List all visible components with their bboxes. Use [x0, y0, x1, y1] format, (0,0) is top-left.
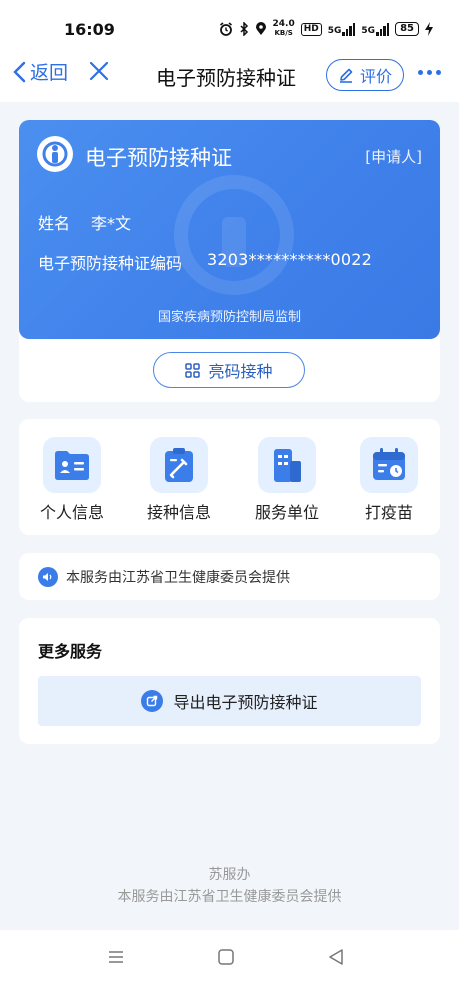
service-label: 打疫苗: [364, 503, 413, 522]
qr-button-label: 亮码接种: [208, 362, 273, 381]
hd-badge: HD: [300, 22, 322, 36]
qr-code-icon: [185, 362, 201, 378]
export-icon: [141, 690, 164, 712]
chevron-left-icon: [13, 61, 26, 82]
net-speed-unit: KB/S: [274, 29, 293, 37]
menu-icon: [109, 951, 123, 963]
vaccine-logo-icon: [37, 136, 73, 172]
status-time: 16:09: [64, 20, 115, 39]
close-icon: [89, 61, 109, 81]
system-navigation-bar: [0, 930, 459, 985]
back-label: 返回: [30, 62, 69, 84]
rate-label: 评价: [359, 67, 392, 86]
service-item-get-vaccinated[interactable]: 打疫苗: [339, 437, 439, 523]
square-home-icon: [218, 949, 234, 965]
notice-text: 本服务由江苏省卫生健康委员会提供: [66, 569, 290, 586]
dot-icon: [436, 70, 441, 75]
service-grid: 个人信息 接种信息 服务单位 打疫苗: [19, 419, 440, 535]
rate-button[interactable]: 评价: [326, 59, 404, 91]
show-qr-button[interactable]: 亮码接种: [153, 352, 305, 388]
export-label: 导出电子预防接种证: [173, 693, 318, 712]
nav-bar: 返回 电子预防接种证 评价: [0, 48, 459, 102]
service-label: 个人信息: [39, 503, 104, 522]
bluetooth-icon: [240, 22, 248, 36]
battery-indicator: 85: [395, 22, 419, 36]
status-icons: 24.0 KB/S HD 5G 5G 85: [219, 20, 433, 38]
signal-bars-icon: [376, 22, 390, 36]
footer-notice: 本服务由江苏省卫生健康委员会提供: [117, 889, 342, 905]
name-label: 姓名: [38, 214, 71, 233]
service-notice: 本服务由江苏省卫生健康委员会提供: [19, 553, 440, 600]
system-back-button[interactable]: [327, 948, 345, 970]
id-card-icon: [43, 437, 101, 493]
close-button[interactable]: [88, 60, 110, 86]
certificate-card[interactable]: 电子预防接种证 [申请人] 姓名 李*文 电子预防接种证编码 3203*****…: [19, 120, 440, 339]
back-button[interactable]: 返回: [12, 58, 68, 85]
more-options-button[interactable]: [418, 70, 441, 75]
certificate-section: 电子预防接种证 [申请人] 姓名 李*文 电子预防接种证编码 3203*****…: [19, 120, 440, 402]
home-button[interactable]: [217, 948, 235, 970]
calendar-clock-icon: [360, 437, 418, 493]
code-label: 电子预防接种证编码: [38, 254, 183, 273]
signal-1: 5G: [327, 22, 356, 36]
dot-icon: [427, 70, 432, 75]
signal-2: 5G: [361, 22, 390, 36]
menu-button[interactable]: [107, 948, 125, 970]
building-icon: [258, 437, 316, 493]
certificate-title: 电子预防接种证: [85, 146, 232, 170]
speaker-icon: [38, 566, 58, 587]
charging-icon: [425, 22, 433, 36]
name-value: 李*文: [91, 214, 132, 233]
net-speed-value: 24.0: [272, 19, 295, 29]
footer-provider: 苏服办: [208, 867, 251, 883]
signal-bars-icon: [342, 22, 356, 36]
signal-2-label: 5G: [361, 25, 376, 36]
export-certificate-button[interactable]: 导出电子预防接种证: [38, 676, 421, 726]
service-label: 服务单位: [254, 503, 319, 522]
service-item-vaccination-info[interactable]: 接种信息: [129, 437, 229, 523]
page-title: 电子预防接种证: [156, 66, 296, 90]
alarm-icon: [219, 22, 232, 36]
code-value: 3203**********0022: [207, 250, 373, 269]
more-services-card: 更多服务 导出电子预防接种证: [19, 618, 440, 744]
service-item-service-unit[interactable]: 服务单位: [237, 437, 337, 523]
triangle-back-icon: [329, 949, 343, 965]
signal-1-label: 5G: [327, 25, 342, 36]
certificate-role: [申请人]: [365, 148, 422, 166]
service-item-personal-info[interactable]: 个人信息: [22, 437, 122, 523]
watermark-emblem-icon: [174, 175, 294, 295]
service-label: 接种信息: [146, 503, 211, 522]
net-speed: 24.0 KB/S: [273, 20, 295, 38]
supervision-text: 国家疾病预防控制局监制: [157, 310, 301, 325]
location-icon: [255, 22, 266, 35]
clipboard-syringe-icon: [150, 437, 208, 493]
edit-icon: [339, 68, 353, 83]
dot-icon: [418, 70, 423, 75]
more-services-title: 更多服务: [38, 642, 103, 661]
